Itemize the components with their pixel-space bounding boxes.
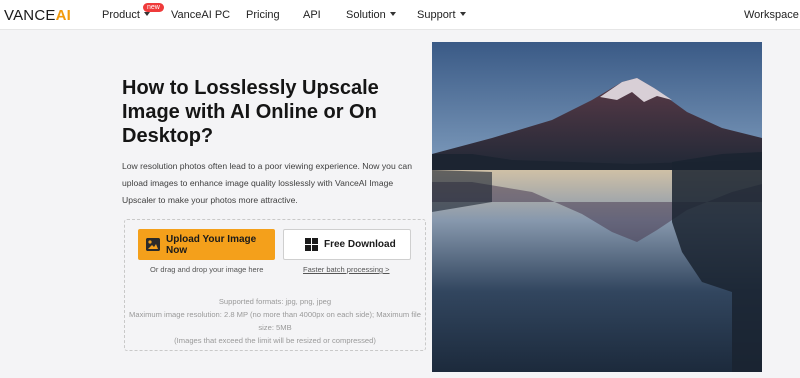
- max-resolution-text: Maximum image resolution: 2.8 MP (no mor…: [129, 310, 421, 332]
- logo-accent-text: AI: [55, 7, 71, 24]
- chevron-down-icon: [459, 12, 466, 17]
- hero-description: Low resolution photos often lead to a po…: [122, 161, 412, 205]
- nav-api[interactable]: API: [303, 9, 321, 21]
- nav-workspace-label: Workspace: [744, 9, 799, 21]
- nav-support-label: Support: [417, 9, 456, 21]
- download-button-label: Free Download: [324, 239, 396, 250]
- logo-text: VANCE: [4, 7, 56, 24]
- upload-image-button[interactable]: Upload Your Image Now: [138, 229, 275, 260]
- upload-requirements: Supported formats: jpg, png, jpeg Maximu…: [126, 295, 424, 347]
- drag-drop-hint: Or drag and drop your image here: [150, 265, 264, 274]
- upload-button-label: Upload Your Image Now: [166, 233, 257, 256]
- new-badge: new: [143, 3, 164, 12]
- chevron-down-icon: [389, 12, 396, 17]
- nav-pricing[interactable]: Pricing: [246, 9, 280, 21]
- supported-formats-text: Supported formats: jpg, png, jpeg: [218, 297, 332, 306]
- page-title: How to Losslessly Upscale Image with AI …: [122, 77, 379, 147]
- hero-mountain-lake-image: [432, 42, 762, 372]
- nav-product[interactable]: Product: [102, 9, 150, 21]
- nav-solution-label: Solution: [346, 9, 386, 21]
- nav-solution[interactable]: Solution: [346, 9, 396, 21]
- chevron-down-icon: [143, 12, 150, 17]
- nav-vanceai-pc[interactable]: VanceAI PC: [171, 9, 230, 21]
- batch-processing-link[interactable]: Faster batch processing >: [303, 265, 390, 274]
- resize-note-text: (Images that exceed the limit will be re…: [174, 336, 376, 345]
- vanceai-logo[interactable]: VANCEAI: [4, 7, 71, 24]
- nav-support[interactable]: Support: [417, 9, 466, 21]
- windows-icon: [305, 238, 318, 251]
- top-navigation-bar: VANCEAI Product new VanceAI PC Pricing A…: [0, 0, 800, 30]
- nav-product-label: Product: [102, 9, 140, 21]
- image-icon: [146, 238, 160, 251]
- nav-workspace[interactable]: Workspace: [744, 9, 800, 21]
- free-download-button[interactable]: Free Download: [283, 229, 411, 260]
